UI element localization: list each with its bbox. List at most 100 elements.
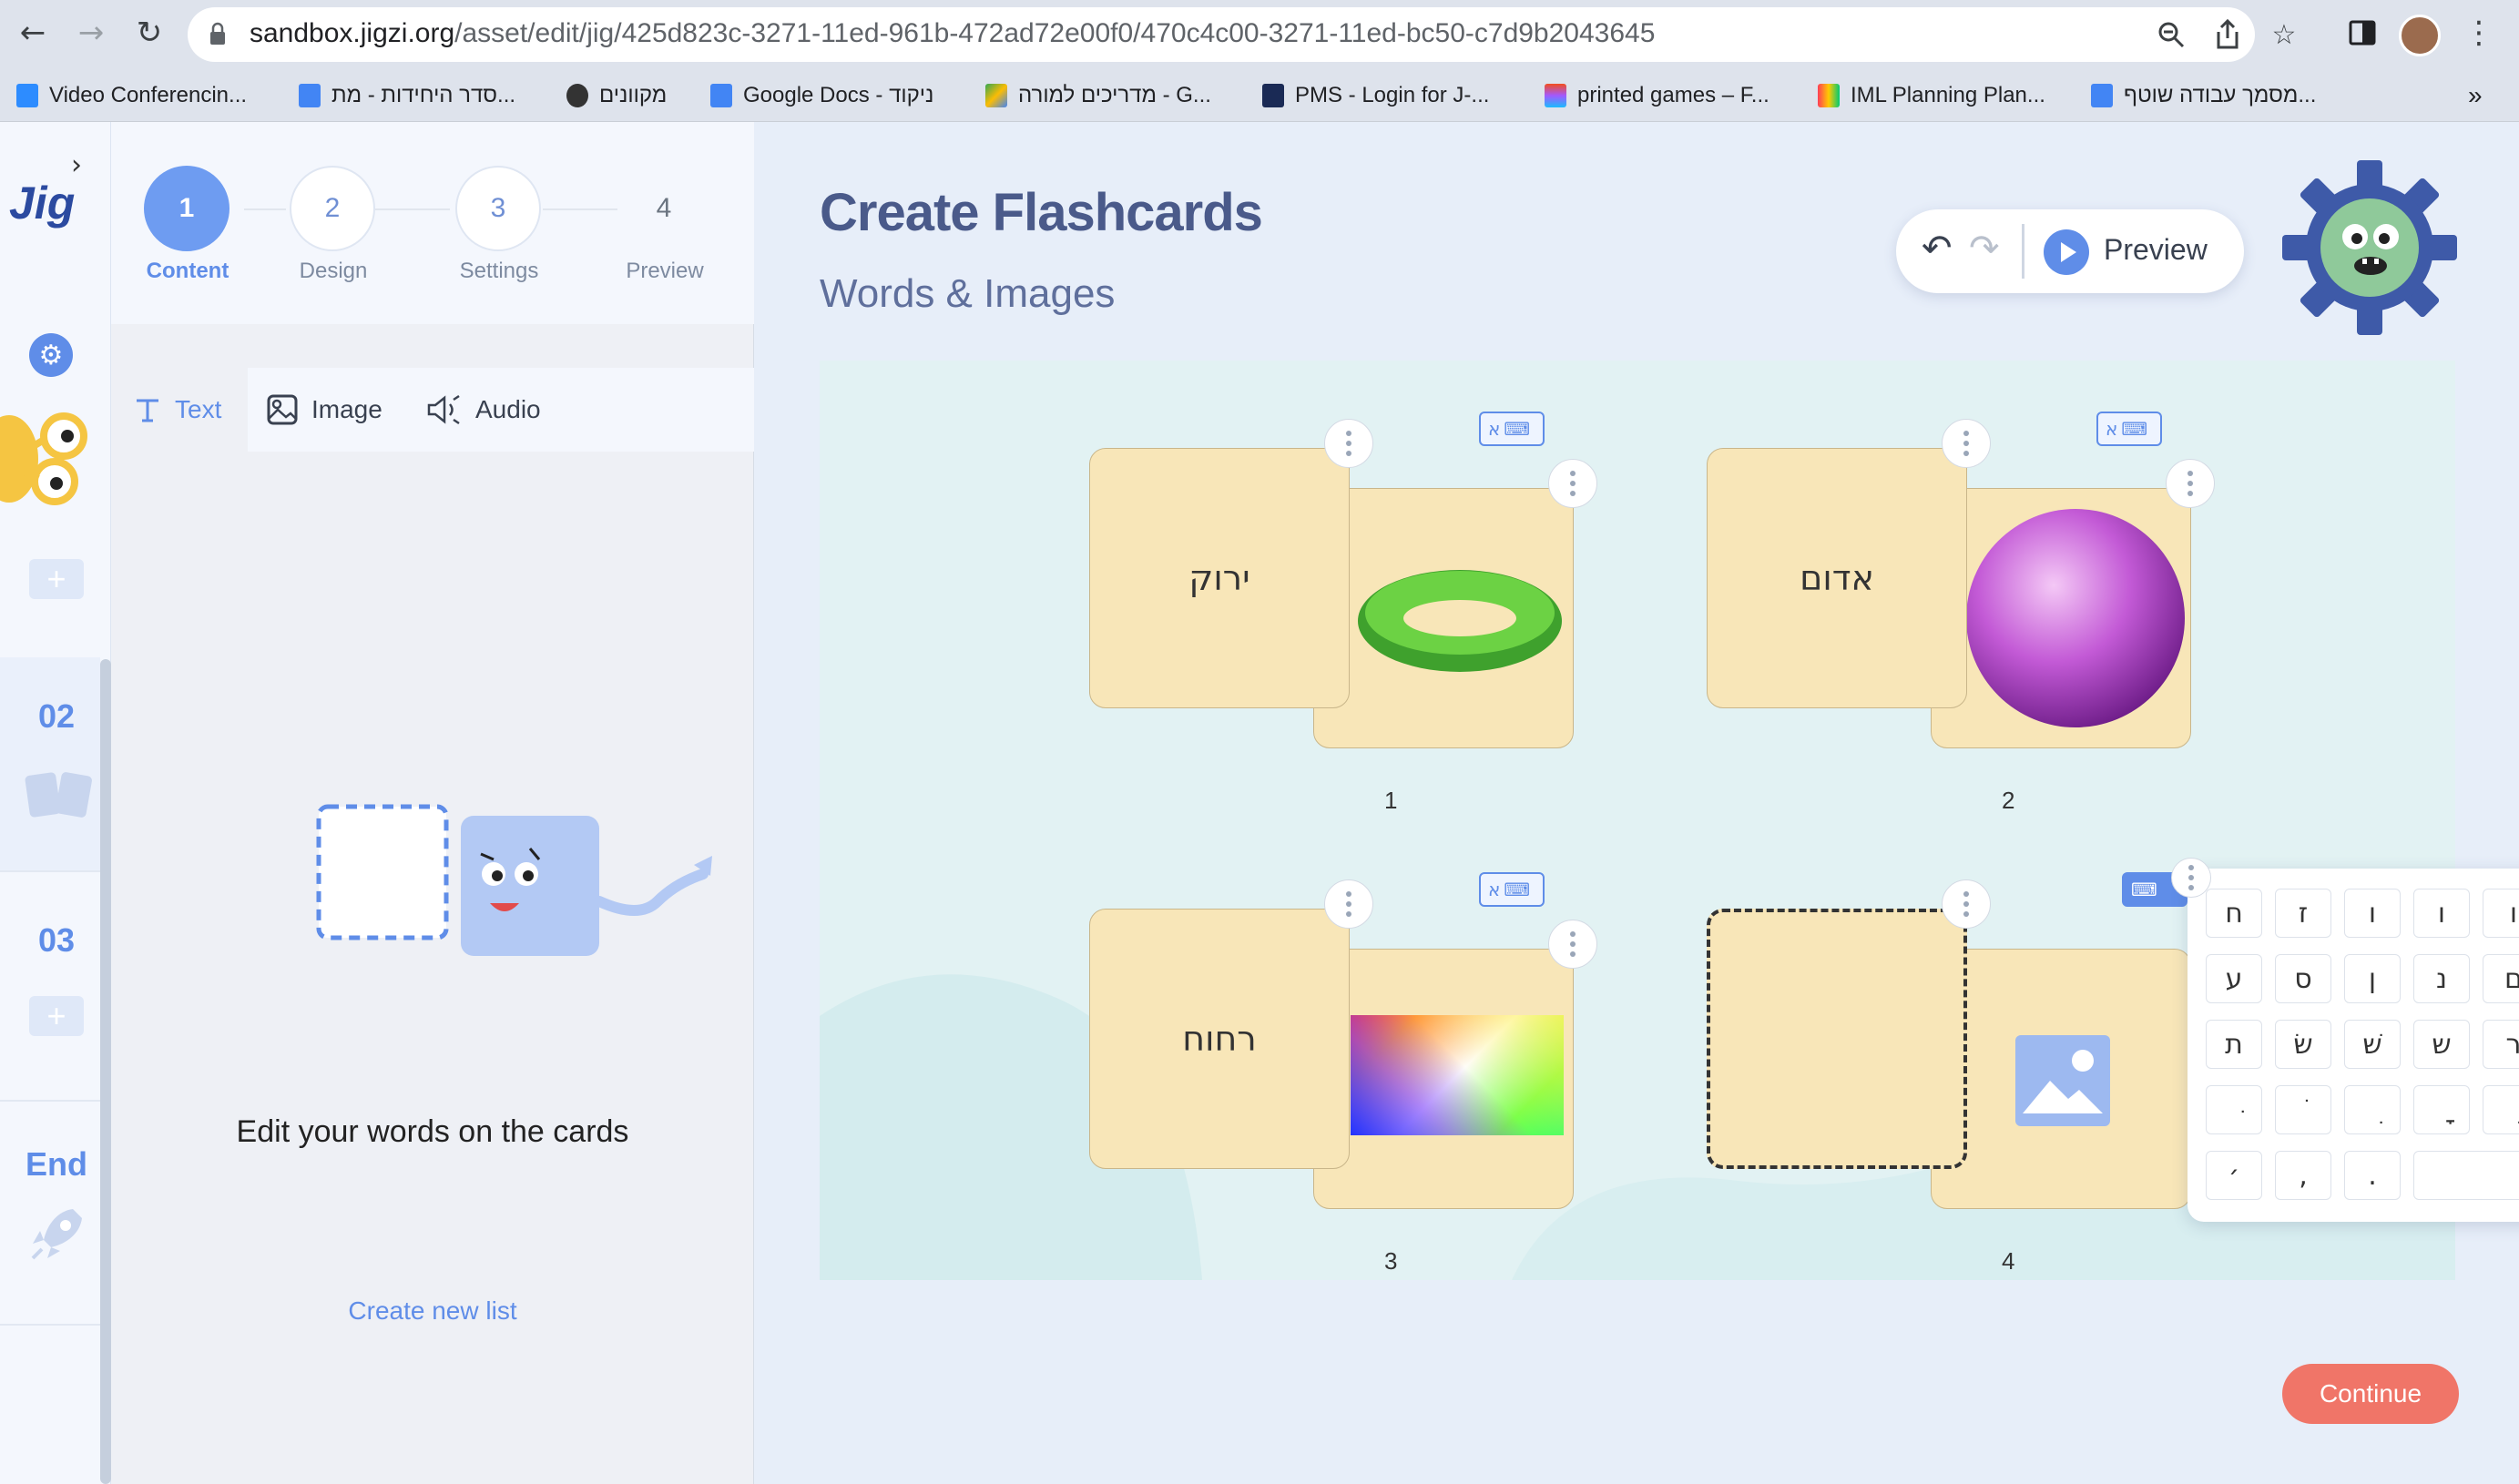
add-module-button[interactable]: + [29,559,84,599]
step-3[interactable]: 3 [455,166,541,251]
keyboard-key-vowel[interactable]: ּ [2206,1085,2262,1134]
tabs-bar: Text Image Audio [111,368,754,452]
profile-avatar[interactable] [2399,15,2441,56]
image-placeholder-icon [2015,1035,2110,1126]
card-image-1[interactable] [1313,488,1574,748]
keyboard-key-vowel[interactable]: ִ [2344,1085,2401,1134]
card-menu-icon[interactable] [1324,879,1373,929]
address-bar[interactable]: sandbox.jigzi.org/asset/edit/jig/425d823… [188,7,2296,62]
bookmark-star-icon[interactable]: ☆ [2266,16,2302,53]
keyboard-key-vowel[interactable]: ָ [2413,1085,2470,1134]
card-word[interactable]: אדום [1708,449,1966,707]
side-panel-icon[interactable] [2342,13,2382,53]
card-menu-icon[interactable] [1324,419,1373,468]
keyboard-key[interactable]: ׳ [2206,1151,2262,1200]
step-4[interactable]: 4 [621,166,707,251]
bookmark-item[interactable]: מקוונים [566,76,667,115]
step-2[interactable]: 2 [290,166,375,251]
keyboard-key[interactable]: ן [2344,954,2401,1003]
keyboard-key[interactable]: ח [2206,889,2262,938]
bookmark-item[interactable]: PMS - Login for J-... [1262,76,1489,115]
keyboard-key[interactable]: ז [2275,889,2331,938]
step-connector [375,208,450,210]
card-menu-icon[interactable] [2166,459,2215,508]
bookmark-item[interactable]: מדריכים למורה - G... [985,76,1211,115]
share-icon[interactable] [2209,16,2246,53]
settings-gear-icon[interactable]: ⚙ [29,333,73,377]
keyboard-key[interactable]: ש [2413,1020,2470,1069]
hebrew-keyboard-toggle[interactable]: א ⌨ [2096,412,2162,446]
tab-image[interactable]: Image [266,368,382,452]
keyboard-key-vowel[interactable]: ַ [2483,1085,2519,1134]
keyboard-key[interactable]: ר [2483,1020,2519,1069]
color-gradient-image [1351,1015,1564,1135]
preview-button[interactable]: Preview [2104,233,2208,267]
rail-scrollbar[interactable] [100,659,111,1484]
hebrew-keyboard-toggle[interactable]: א ⌨ [1479,412,1545,446]
keyboard-key[interactable]: ע [2206,954,2262,1003]
toolbar-divider [2022,224,2024,279]
speaker-icon [427,394,460,425]
steps-header: 1 2 3 4 Content Design Settings Preview [111,122,754,324]
bookmarks-bar: Video Conferencin... סדר היחידות - מת...… [0,69,2519,122]
bookmark-item[interactable]: סדר היחידות - מת... [299,76,515,115]
card-word[interactable]: ירוק [1090,449,1349,707]
bookmark-item[interactable]: מסמך עבודה שוטף... [2091,76,2316,115]
keyboard-key[interactable]: ו [2483,889,2519,938]
step-label-settings: Settings [459,259,539,283]
card-word-4-editing[interactable] [1707,909,1967,1169]
card-word-3[interactable]: רחוח [1089,909,1350,1169]
rocket-icon [31,1209,82,1260]
card-word-2[interactable]: אדום [1707,448,1967,708]
keyboard-key[interactable]: . [2344,1151,2401,1200]
figma-icon [1545,84,1566,107]
undo-icon[interactable]: ↶ [1922,228,1953,269]
card-menu-icon[interactable] [1942,419,1991,468]
card-image-3[interactable] [1313,949,1574,1209]
mascot-yellow-icon [0,412,87,505]
card-word[interactable]: רחוח [1090,910,1349,1168]
add-module-button[interactable]: + [29,996,84,1036]
create-new-list-link[interactable]: Create new list [111,1296,754,1326]
module-02[interactable] [0,657,100,870]
forward-icon[interactable]: → [71,13,111,53]
hebrew-keyboard-toggle[interactable]: א ⌨ [1479,872,1545,907]
keyboard-key-vowel[interactable]: ׂ [2275,1085,2331,1134]
keyboard-key[interactable]: ס [2275,954,2331,1003]
bookmark-item[interactable]: printed games – F... [1545,76,1769,115]
zoom-icon[interactable] [2153,16,2189,53]
card-menu-icon[interactable] [1548,459,1597,508]
keyboard-key[interactable]: שׂ [2275,1020,2331,1069]
keyboard-space-key[interactable] [2413,1151,2519,1200]
browser-menu-icon[interactable]: ⋮ [2459,13,2499,53]
tab-audio[interactable]: Audio [426,368,541,452]
keyboard-key[interactable]: ת [2206,1020,2262,1069]
card-word-1[interactable]: ירוק [1089,448,1350,708]
bookmark-item[interactable]: Video Conferencin... [16,76,247,115]
step-label-content: Content [146,259,229,283]
keyboard-key[interactable]: ו [2344,889,2401,938]
keyboard-key[interactable]: שׁ [2344,1020,2401,1069]
keyboard-key[interactable]: , [2275,1151,2331,1200]
card-image-4[interactable] [1931,949,2191,1209]
reload-icon[interactable]: ↻ [129,13,169,53]
card-menu-icon[interactable] [1942,879,1991,929]
keyboard-key[interactable]: ו [2413,889,2470,938]
redo-icon[interactable]: ↷ [1969,228,2000,269]
bookmark-item[interactable]: Google Docs - ניקוד [710,76,933,115]
play-icon[interactable] [2044,229,2089,275]
card-menu-icon[interactable] [1548,920,1597,969]
card-image-2[interactable] [1931,488,2191,748]
card-word-input[interactable] [1710,912,1963,1165]
bookmark-item[interactable]: IML Planning Plan... [1818,76,2045,115]
module-number: 03 [38,921,76,959]
keyboard-key[interactable]: נ [2413,954,2470,1003]
continue-button[interactable]: Continue [2282,1364,2459,1424]
back-icon[interactable]: ← [13,13,53,53]
keyboard-key[interactable]: ם [2483,954,2519,1003]
step-1[interactable]: 1 [144,166,229,251]
page-title: Create Flashcards [820,183,1263,242]
globe-icon [566,84,588,107]
more-bookmarks[interactable]: » [2468,76,2483,115]
tab-text[interactable]: Text [111,368,248,452]
